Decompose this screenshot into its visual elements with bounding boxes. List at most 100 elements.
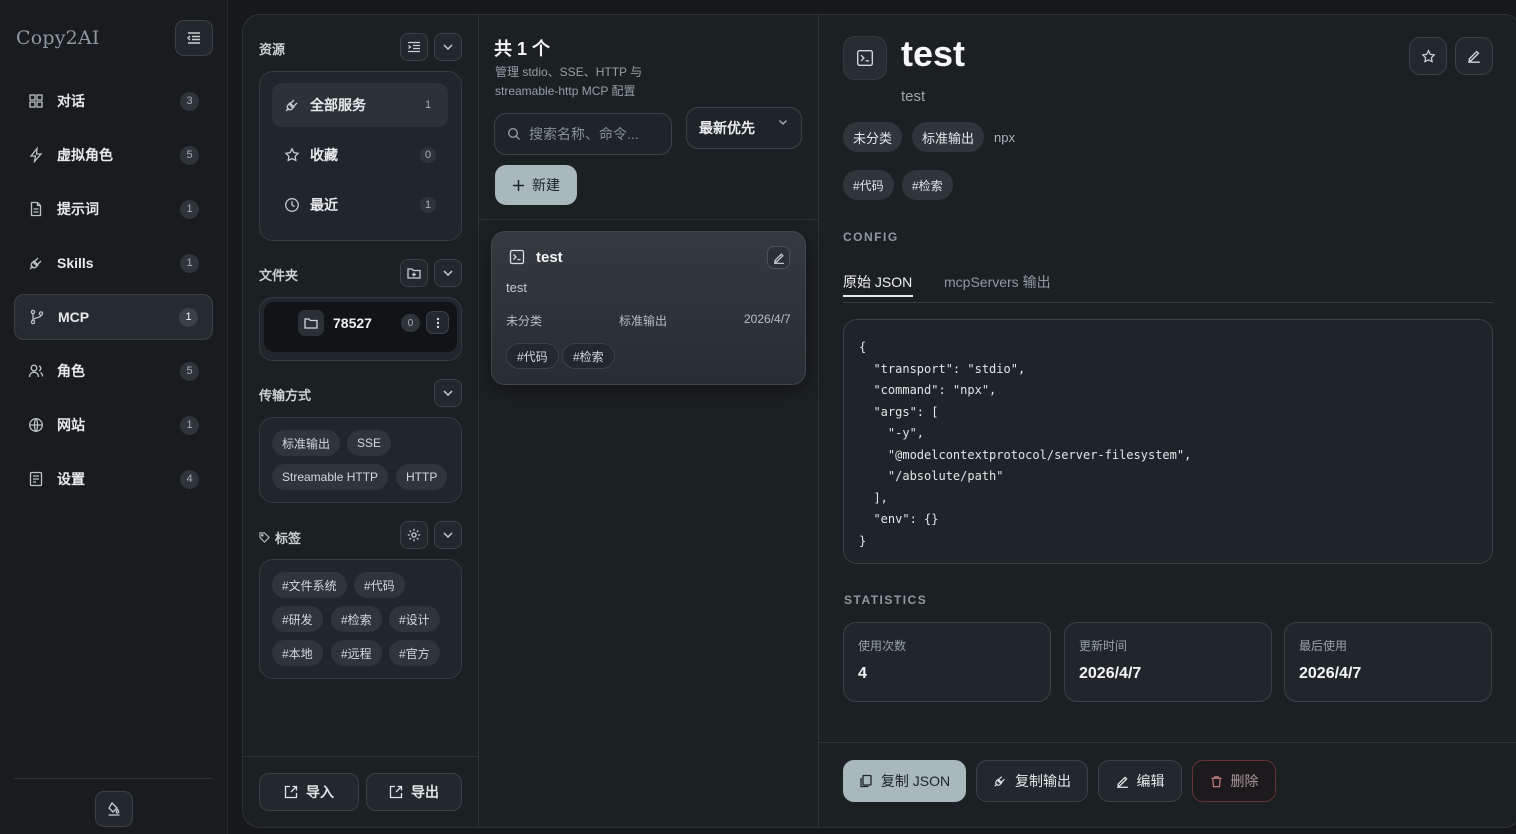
- json-code: { "transport": "stdio", "command": "npx"…: [859, 340, 1192, 548]
- category-pill: 未分类: [843, 122, 903, 152]
- card-edit-button[interactable]: [767, 246, 790, 269]
- count-badge: 5: [180, 145, 199, 165]
- count-badge: 1: [180, 415, 199, 435]
- folder-name: 78527: [333, 315, 372, 331]
- tag-icon: [259, 532, 270, 543]
- nav-item-roles[interactable]: 角色 5: [14, 348, 213, 394]
- nav-item-settings[interactable]: 设置 4: [14, 456, 213, 502]
- star-icon: [284, 147, 300, 163]
- search-field[interactable]: [494, 113, 672, 155]
- tags-collapse-button[interactable]: [434, 521, 462, 549]
- copy-json-button[interactable]: 复制 JSON: [843, 760, 966, 802]
- detail-title: test: [901, 33, 966, 74]
- terminal-icon: [843, 36, 887, 80]
- transport-chip[interactable]: 标准输出: [272, 430, 341, 456]
- tag-chip[interactable]: #代码: [354, 572, 405, 598]
- resource-label: 收藏: [310, 147, 338, 163]
- count-badge: 1: [420, 197, 436, 213]
- tag-chip[interactable]: #远程: [331, 640, 382, 666]
- folders-collapse-button[interactable]: [434, 259, 462, 287]
- json-code-block[interactable]: { "transport": "stdio", "command": "npx"…: [843, 319, 1493, 564]
- nav-item-skills[interactable]: Skills 1: [14, 240, 213, 286]
- tag-chip[interactable]: #设计: [389, 606, 440, 632]
- copy-icon: [859, 774, 873, 788]
- edit-label: 编辑: [1136, 773, 1165, 789]
- new-button-label: 新建: [532, 177, 560, 193]
- resource-favorites[interactable]: 收藏 0: [272, 133, 448, 177]
- resources-list-button[interactable]: [400, 33, 428, 61]
- transport-chip[interactable]: Streamable HTTP: [272, 464, 389, 490]
- resource-label: 全部服务: [310, 97, 366, 113]
- active-tab-indicator: [843, 295, 913, 297]
- more-vertical-icon: [436, 317, 440, 329]
- nav-item-prompts[interactable]: 提示词 1: [14, 186, 213, 232]
- nav-item-virtual-roles[interactable]: 虚拟角色 5: [14, 132, 213, 178]
- resources-collapse-button[interactable]: [434, 33, 462, 61]
- tab-mcpservers-output[interactable]: mcpServers 输出: [944, 272, 1051, 292]
- search-input[interactable]: [529, 126, 659, 142]
- nav-item-chat[interactable]: 对话 3: [14, 78, 213, 124]
- nav-item-label: MCP: [58, 309, 90, 325]
- copy-output-button[interactable]: 复制输出: [976, 760, 1088, 802]
- transport-chip[interactable]: HTTP: [396, 464, 448, 490]
- favorite-button[interactable]: [1409, 37, 1447, 75]
- tag-chip[interactable]: #检索: [331, 606, 382, 632]
- tag-chip[interactable]: #本地: [272, 640, 323, 666]
- resource-recent[interactable]: 最近 1: [272, 183, 448, 227]
- folder-more-button[interactable]: [426, 311, 449, 334]
- sort-select[interactable]: 最新优先: [686, 107, 802, 149]
- edit-icon-button[interactable]: [1455, 37, 1493, 75]
- delete-button[interactable]: 删除: [1192, 760, 1276, 802]
- stat-label: 更新时间: [1079, 639, 1128, 653]
- paint-bucket-icon: [106, 801, 122, 817]
- tab-raw-json[interactable]: 原始 JSON: [843, 272, 912, 292]
- count-badge: 3: [180, 91, 199, 111]
- gear-icon: [407, 528, 421, 542]
- config-heading: CONFIG: [843, 230, 899, 244]
- globe-icon: [28, 417, 44, 433]
- transport-collapse-button[interactable]: [434, 379, 462, 407]
- transport-pill: 标准输出: [912, 122, 985, 152]
- resource-all-services[interactable]: 全部服务 1: [272, 83, 448, 127]
- transport-chip[interactable]: SSE: [347, 430, 392, 456]
- trash-icon: [1210, 775, 1223, 788]
- count-badge: 5: [180, 361, 199, 381]
- tag-chip[interactable]: #官方: [389, 640, 440, 666]
- card-title: test: [536, 249, 563, 266]
- theme-button[interactable]: [95, 791, 133, 827]
- detail-subtitle: test: [901, 88, 926, 105]
- settings-icon: [28, 471, 44, 487]
- plug-icon: [28, 255, 44, 271]
- nav-item-websites[interactable]: 网站 1: [14, 402, 213, 448]
- card-tag: #代码: [506, 343, 559, 369]
- plug-icon: [284, 97, 300, 113]
- terminal-icon: [509, 249, 525, 265]
- sidebar-toggle-button[interactable]: [175, 20, 213, 56]
- new-button[interactable]: 新建: [495, 165, 577, 205]
- add-folder-button[interactable]: [400, 259, 428, 287]
- export-button[interactable]: 导出: [366, 773, 462, 811]
- pencil-icon: [773, 252, 785, 264]
- import-button[interactable]: 导入: [259, 773, 359, 811]
- import-label: 导入: [306, 784, 334, 800]
- stat-card-last-used: 最后使用 2026/4/7: [1284, 622, 1492, 702]
- nav-item-label: 提示词: [57, 201, 99, 217]
- export-icon: [389, 785, 403, 799]
- count-badge: 0: [420, 147, 436, 163]
- nav-item-label: 虚拟角色: [57, 147, 113, 163]
- nav-item-label: 角色: [57, 363, 85, 379]
- nav-item-mcp[interactable]: MCP 1: [14, 294, 213, 340]
- detail-tag: #代码: [843, 170, 894, 200]
- stat-card-usage: 使用次数 4: [843, 622, 1051, 702]
- count-badge: 1: [179, 307, 198, 327]
- tag-chip[interactable]: #文件系统: [272, 572, 347, 598]
- divider: [818, 15, 819, 828]
- clock-icon: [284, 197, 300, 213]
- stat-label: 使用次数: [858, 639, 907, 653]
- list-indent-icon: [407, 40, 421, 54]
- app-logo: Copy2AI: [16, 27, 100, 49]
- tag-chip[interactable]: #研发: [272, 606, 323, 632]
- users-icon: [28, 363, 44, 379]
- edit-button[interactable]: 编辑: [1098, 760, 1182, 802]
- tags-settings-button[interactable]: [400, 521, 428, 549]
